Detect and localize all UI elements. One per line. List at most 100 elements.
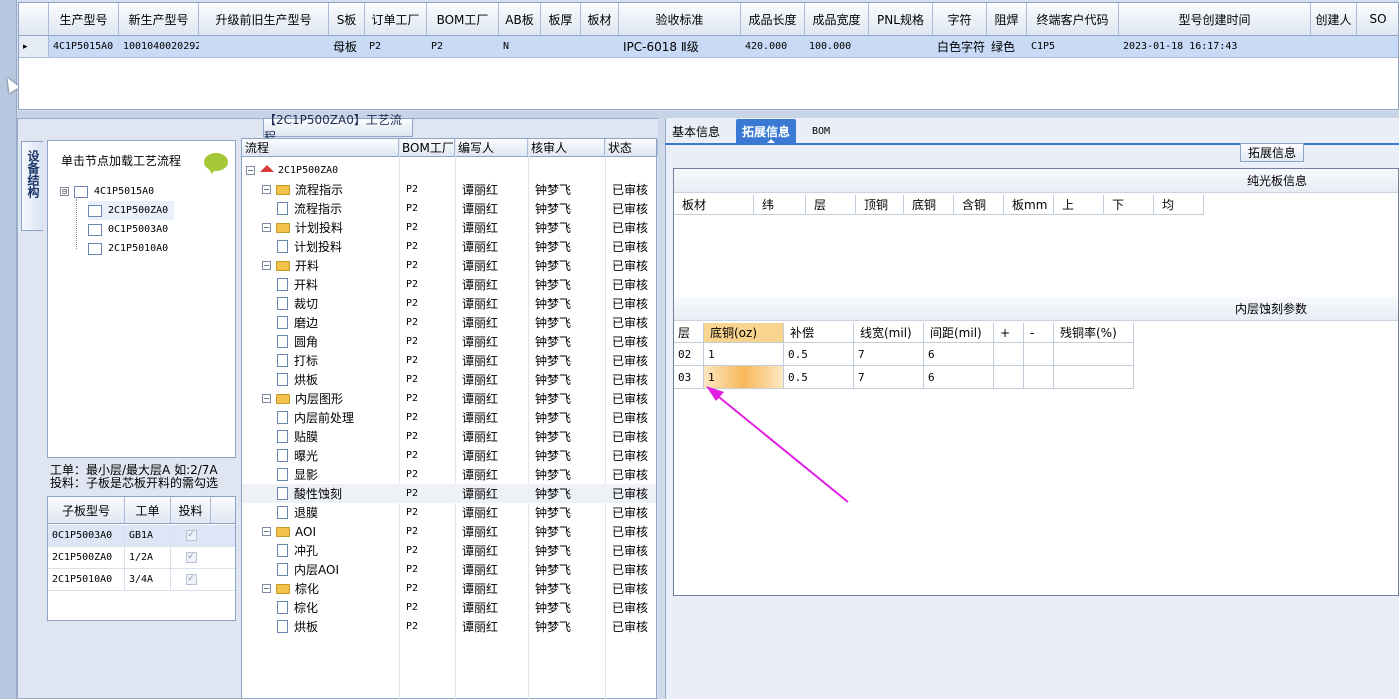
etch-cell[interactable] bbox=[1024, 366, 1054, 389]
etch-cell[interactable]: 0.5 bbox=[784, 366, 854, 389]
process-row[interactable]: 冲孔 P2 谭丽红 钟梦飞 已审核 bbox=[242, 541, 656, 560]
table-row[interactable]: 2C1P500ZA0 1/2A ✓ bbox=[48, 547, 235, 569]
process-row[interactable]: − 开料 P2 谭丽红 钟梦飞 已审核 bbox=[242, 256, 656, 275]
bare-board-column-header[interactable]: 层 bbox=[806, 195, 856, 215]
column-header[interactable]: 新生产型号 bbox=[119, 3, 199, 35]
column-header[interactable]: 成品长度 bbox=[741, 3, 805, 35]
process-row[interactable]: 退膜 P2 谭丽红 钟梦飞 已审核 bbox=[242, 503, 656, 522]
tab-basic-info[interactable]: 基本信息 bbox=[666, 119, 726, 143]
etch-cell[interactable] bbox=[994, 343, 1024, 366]
etch-cell[interactable] bbox=[1054, 343, 1134, 366]
bare-board-column-header[interactable]: 含铜 bbox=[954, 195, 1004, 215]
etch-column-header[interactable]: - bbox=[1024, 323, 1054, 343]
bare-board-column-header[interactable]: 上 bbox=[1054, 195, 1104, 215]
bare-board-column-header[interactable]: 板mm bbox=[1004, 195, 1054, 215]
process-row[interactable]: 贴膜 P2 谭丽红 钟梦飞 已审核 bbox=[242, 427, 656, 446]
collapse-toggle-icon[interactable]: − bbox=[262, 185, 271, 194]
bare-board-column-header[interactable]: 下 bbox=[1104, 195, 1154, 215]
etch-cell[interactable]: 1 bbox=[704, 343, 784, 366]
column-header[interactable]: BOM工厂 bbox=[427, 3, 499, 35]
process-row[interactable]: − 计划投料 P2 谭丽红 钟梦飞 已审核 bbox=[242, 218, 656, 237]
sub-column-header[interactable]: 投料 bbox=[171, 497, 211, 523]
process-row[interactable]: − 内层图形 P2 谭丽红 钟梦飞 已审核 bbox=[242, 389, 656, 408]
process-row[interactable]: − 棕化 P2 谭丽红 钟梦飞 已审核 bbox=[242, 579, 656, 598]
extended-info-button[interactable]: 拓展信息 bbox=[1240, 143, 1304, 162]
tab-bom[interactable]: BOM bbox=[806, 119, 836, 143]
bare-board-column-header[interactable]: 顶铜 bbox=[856, 195, 904, 215]
process-column-header[interactable]: 编写人 bbox=[455, 139, 528, 156]
process-row[interactable]: 磨边 P2 谭丽红 钟梦飞 已审核 bbox=[242, 313, 656, 332]
column-header[interactable]: 升级前旧生产型号 bbox=[199, 3, 329, 35]
bare-board-column-header[interactable]: 板材 bbox=[674, 195, 754, 215]
process-row[interactable]: 曝光 P2 谭丽红 钟梦飞 已审核 bbox=[242, 446, 656, 465]
etch-cell[interactable] bbox=[1054, 366, 1134, 389]
row-marker[interactable]: ▸ bbox=[19, 36, 49, 57]
process-row[interactable]: 流程指示 P2 谭丽红 钟梦飞 已审核 bbox=[242, 199, 656, 218]
process-column-header[interactable]: 核审人 bbox=[528, 139, 605, 156]
process-row[interactable]: 圆角 P2 谭丽红 钟梦飞 已审核 bbox=[242, 332, 656, 351]
process-row[interactable]: − 流程指示 P2 谭丽红 钟梦飞 已审核 bbox=[242, 180, 656, 199]
process-row[interactable]: 开料 P2 谭丽红 钟梦飞 已审核 bbox=[242, 275, 656, 294]
column-header[interactable]: 订单工厂 bbox=[365, 3, 427, 35]
etch-column-header[interactable]: 间距(mil) bbox=[924, 323, 994, 343]
process-row[interactable]: 内层前处理 P2 谭丽红 钟梦飞 已审核 bbox=[242, 408, 656, 427]
process-root[interactable]: − 2C1P500ZA0 bbox=[242, 161, 656, 180]
horizontal-splitter[interactable] bbox=[18, 111, 1399, 118]
process-row[interactable]: 棕化 P2 谭丽红 钟梦飞 已审核 bbox=[242, 598, 656, 617]
process-row[interactable]: 计划投料 P2 谭丽红 钟梦飞 已审核 bbox=[242, 237, 656, 256]
sub-column-header[interactable]: 工单 bbox=[125, 497, 171, 523]
collapse-toggle-icon[interactable]: − bbox=[262, 527, 271, 536]
column-header[interactable]: 生产型号 bbox=[49, 3, 119, 35]
etch-cell[interactable]: 7 bbox=[854, 343, 924, 366]
process-row[interactable]: − AOI P2 谭丽红 钟梦飞 已审核 bbox=[242, 522, 656, 541]
tab-device-structure[interactable]: 设备结构 bbox=[21, 141, 43, 231]
column-header[interactable]: 字符 bbox=[933, 3, 987, 35]
process-row[interactable]: 裁切 P2 谭丽红 钟梦飞 已审核 bbox=[242, 294, 656, 313]
process-column-header[interactable]: 状态 bbox=[605, 139, 658, 156]
table-row[interactable]: 2C1P5010A0 3/4A ✓ bbox=[48, 569, 235, 591]
table-row[interactable]: 0C1P5003A0 GB1A ✓ bbox=[48, 525, 235, 547]
process-row[interactable]: 烘板 P2 谭丽红 钟梦飞 已审核 bbox=[242, 370, 656, 389]
etch-cell[interactable]: 6 bbox=[924, 343, 994, 366]
tree-node[interactable]: 0C1P5003A0 bbox=[88, 220, 174, 239]
etch-cell[interactable]: 1 bbox=[704, 366, 784, 389]
feed-checkbox[interactable]: ✓ bbox=[185, 574, 197, 585]
bare-board-column-header[interactable]: 纬 bbox=[754, 195, 806, 215]
chat-bubble-icon[interactable] bbox=[204, 153, 228, 174]
panel-splitter[interactable] bbox=[658, 118, 665, 699]
feed-checkbox[interactable]: ✓ bbox=[185, 552, 197, 563]
bare-board-column-header[interactable]: 底铜 bbox=[904, 195, 954, 215]
collapse-toggle-icon[interactable]: − bbox=[246, 166, 255, 175]
collapse-toggle-icon[interactable]: − bbox=[262, 223, 271, 232]
column-header[interactable]: 板材 bbox=[581, 3, 619, 35]
process-row[interactable]: 内层AOI P2 谭丽红 钟梦飞 已审核 bbox=[242, 560, 656, 579]
etch-cell[interactable]: 02 bbox=[674, 343, 704, 366]
etch-cell[interactable] bbox=[1024, 343, 1054, 366]
sub-column-header[interactable]: 子板型号 bbox=[48, 497, 125, 523]
etch-column-header[interactable]: 底铜(oz) bbox=[704, 323, 784, 343]
column-header[interactable]: S板 bbox=[329, 3, 365, 35]
collapse-toggle-icon[interactable]: − bbox=[262, 261, 271, 270]
table-row[interactable]: ▸ 4C1P5015A0 10010400202926 母板 P2 P2 N IPC-6018… bbox=[19, 36, 1398, 58]
etch-column-header[interactable]: 残铜率(%) bbox=[1054, 323, 1134, 343]
column-header[interactable]: 创建人 bbox=[1311, 3, 1357, 35]
etch-cell[interactable]: 0.5 bbox=[784, 343, 854, 366]
column-header[interactable]: 成品宽度 bbox=[805, 3, 869, 35]
column-header[interactable]: 型号创建时间 bbox=[1119, 3, 1311, 35]
process-row[interactable]: 烘板 P2 谭丽红 钟梦飞 已审核 bbox=[242, 617, 656, 636]
process-column-header[interactable]: BOM工厂 bbox=[399, 139, 455, 156]
process-row[interactable]: 酸性蚀刻 P2 谭丽红 钟梦飞 已审核 bbox=[242, 484, 656, 503]
tree-node[interactable]: 2C1P5010A0 bbox=[88, 239, 174, 258]
column-header[interactable]: SO bbox=[1357, 3, 1399, 35]
etch-column-header[interactable]: + bbox=[994, 323, 1024, 343]
column-header[interactable]: 终端客户代码 bbox=[1027, 3, 1119, 35]
column-header[interactable]: 阻焊 bbox=[987, 3, 1027, 35]
etch-cell[interactable]: 7 bbox=[854, 366, 924, 389]
process-row[interactable]: 显影 P2 谭丽红 钟梦飞 已审核 bbox=[242, 465, 656, 484]
etch-cell[interactable] bbox=[994, 366, 1024, 389]
process-row[interactable]: 打标 P2 谭丽红 钟梦飞 已审核 bbox=[242, 351, 656, 370]
collapse-toggle-icon[interactable]: − bbox=[262, 584, 271, 593]
column-header[interactable]: AB板 bbox=[499, 3, 541, 35]
etch-column-header[interactable]: 补偿 bbox=[784, 323, 854, 343]
bare-board-column-header[interactable]: 均 bbox=[1154, 195, 1204, 215]
